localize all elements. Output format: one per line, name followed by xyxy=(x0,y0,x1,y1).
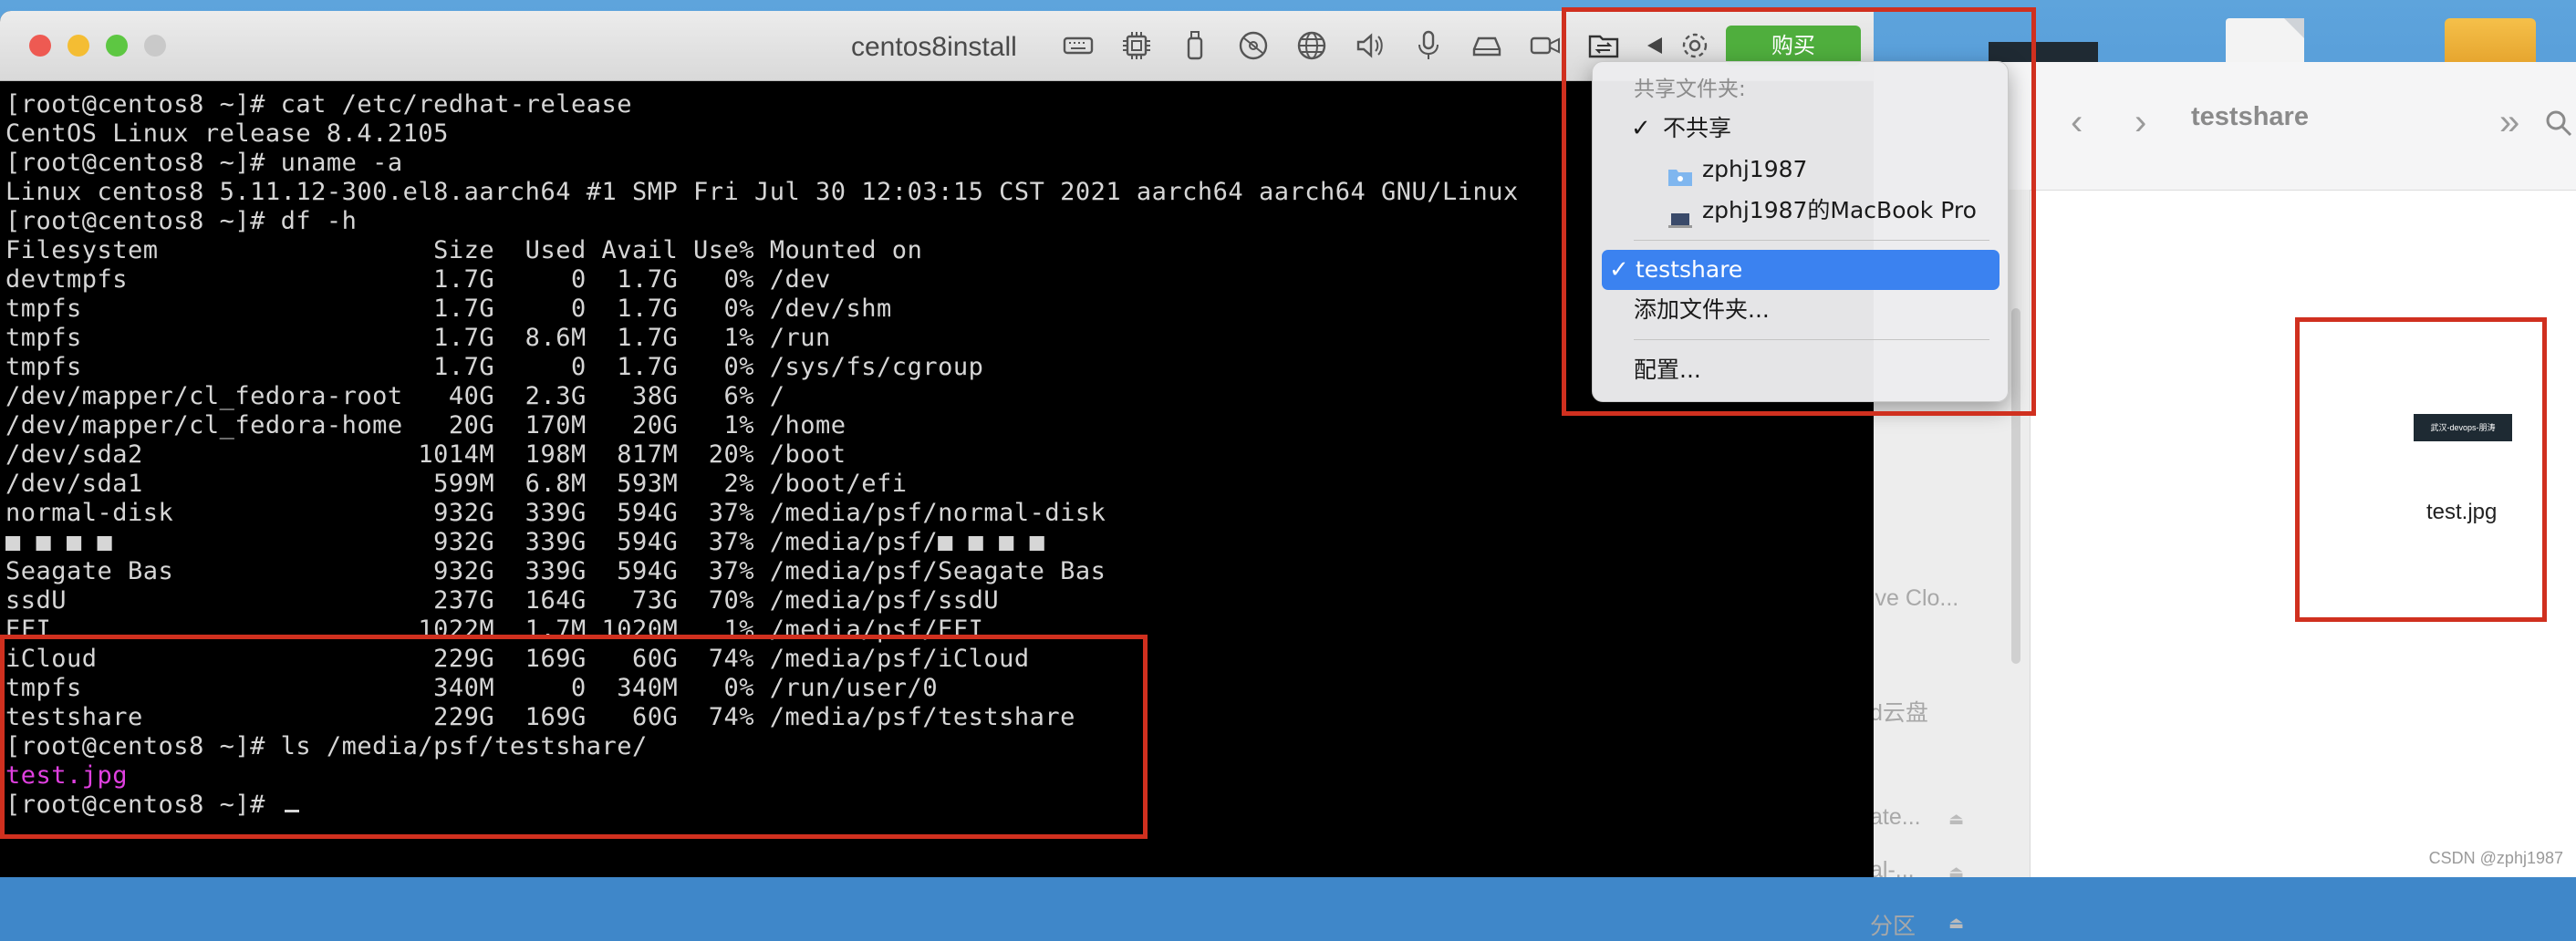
highlight-box-file xyxy=(2295,317,2547,622)
sidebar-item-normal[interactable]: al-... xyxy=(1870,857,1915,884)
terminal-line: ■ ■ ■ ■ 932G 339G 594G 37% /media/psf/■ … xyxy=(5,528,1045,556)
eject-icon[interactable]: ⏏ xyxy=(1948,914,1964,933)
cpu-icon[interactable] xyxy=(1120,29,1153,62)
microphone-icon[interactable] xyxy=(1412,29,1445,62)
terminal-line: tmpfs 1.7G 8.6M 1.7G 1% /run xyxy=(5,324,831,352)
terminal-line: /dev/mapper/cl_fedora-root 40G 2.3G 38G … xyxy=(5,382,785,410)
more-icon[interactable]: » xyxy=(2499,102,2519,143)
highlight-box-menu xyxy=(1562,7,2036,416)
terminal-line: ssdU 237G 164G 73G 70% /media/psf/ssdU xyxy=(5,586,1000,615)
search-icon[interactable] xyxy=(2545,109,2572,140)
terminal-line: /dev/sda1 599M 6.8M 593M 2% /boot/efi xyxy=(5,470,908,498)
sidebar-item-seagate[interactable]: ate... xyxy=(1870,804,1921,831)
sidebar-item-partition[interactable]: 分区 xyxy=(1870,908,1916,941)
cd-icon[interactable] xyxy=(1237,29,1270,62)
back-icon[interactable]: ‹ xyxy=(2071,102,2083,143)
forward-icon[interactable]: › xyxy=(2135,102,2146,143)
terminal-line: [root@centos8 ~]# cat /etc/redhat-releas… xyxy=(5,90,632,119)
zoom-button[interactable] xyxy=(106,35,128,57)
terminal-line: /dev/mapper/cl_fedora-home 20G 170M 20G … xyxy=(5,411,847,439)
finder-title: testshare xyxy=(2191,102,2309,131)
terminal-line: /dev/sda2 1014M 198M 817M 20% /boot xyxy=(5,440,847,469)
terminal-line: [root@centos8 ~]# df -h xyxy=(5,207,358,235)
terminal-line: tmpfs 1.7G 0 1.7G 0% /dev/shm xyxy=(5,295,892,323)
credit-watermark: CSDN @zphj1987 xyxy=(2428,849,2563,867)
close-button[interactable] xyxy=(29,35,51,57)
eject-icon[interactable]: ⏏ xyxy=(1948,863,1964,882)
vm-title: centos8install xyxy=(851,32,1017,62)
usb-icon[interactable] xyxy=(1179,29,1211,62)
terminal-line: Filesystem Size Used Avail Use% Mounted … xyxy=(5,236,923,264)
camera-icon[interactable] xyxy=(1529,29,1562,62)
eject-icon[interactable]: ⏏ xyxy=(1948,810,1964,829)
sidebar-item-icloud[interactable]: ive Clo... xyxy=(1870,585,1958,612)
minimize-button[interactable] xyxy=(68,35,89,57)
terminal-line: tmpfs 1.7G 0 1.7G 0% /sys/fs/cgroup xyxy=(5,353,984,381)
network-icon[interactable] xyxy=(1295,29,1328,62)
sound-icon[interactable] xyxy=(1354,29,1387,62)
hard-drive-icon[interactable] xyxy=(1470,29,1503,62)
terminal-line: Seagate Bas 932G 339G 594G 37% /media/ps… xyxy=(5,557,1106,585)
fullscreen-disabled-button xyxy=(144,35,166,57)
terminal-line: normal-disk 932G 339G 594G 37% /media/ps… xyxy=(5,499,1106,527)
terminal-line: [root@centos8 ~]# uname -a xyxy=(5,149,403,177)
highlight-box-terminal xyxy=(0,635,1148,839)
terminal-line: Linux centos8 5.11.12-300.el8.aarch64 #1… xyxy=(5,178,1519,206)
terminal-line: CentOS Linux release 8.4.2105 xyxy=(5,119,449,148)
terminal-line: devtmpfs 1.7G 0 1.7G 0% /dev xyxy=(5,265,831,294)
sidebar-item-cloud-disk[interactable]: d云盘 xyxy=(1870,695,1928,728)
keyboard-icon[interactable] xyxy=(1062,29,1095,62)
